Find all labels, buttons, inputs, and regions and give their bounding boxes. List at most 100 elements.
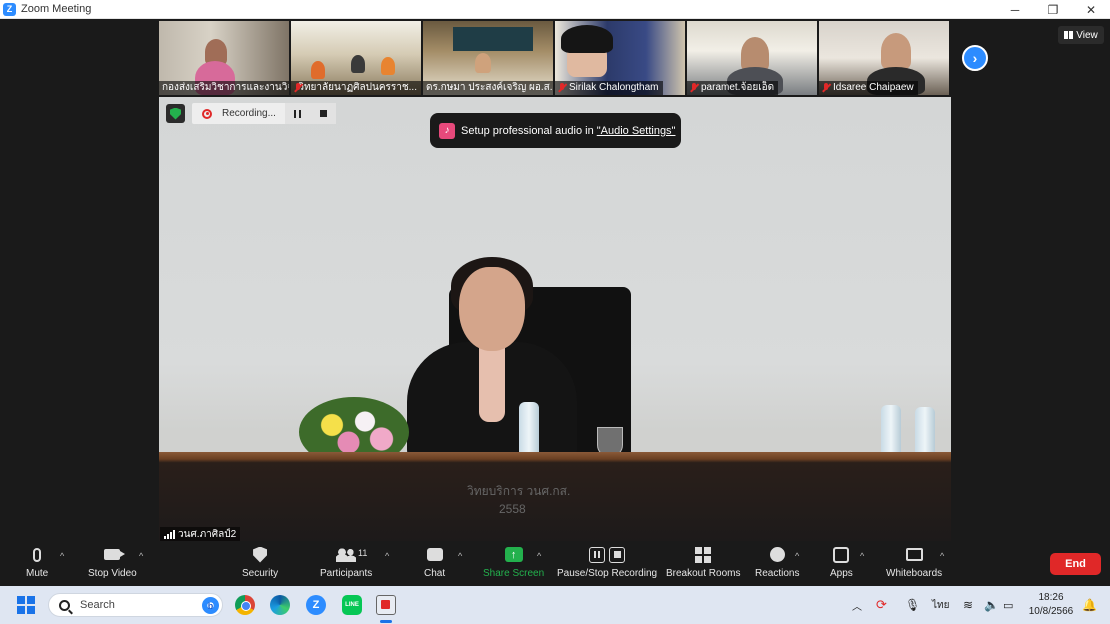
whiteboards-button[interactable]: Whiteboards (886, 545, 942, 579)
stop-icon (609, 546, 626, 563)
share-screen-button[interactable]: ↑ Share Screen (483, 545, 544, 579)
audio-options-chevron-icon[interactable]: ^ (60, 551, 64, 561)
minimize-button[interactable]: ─ (996, 0, 1034, 19)
mic-muted-icon (822, 83, 830, 93)
whiteboards-options-chevron-icon[interactable]: ^ (940, 551, 944, 561)
notification-bell-icon[interactable]: 🔔 (1082, 586, 1097, 624)
breakout-label: Breakout Rooms (666, 568, 741, 579)
desk-plaque-text: วิทยบริการ วนศ.กส. (467, 484, 571, 498)
chat-bubble-icon (426, 548, 443, 561)
participants-label: Participants (320, 568, 373, 579)
share-options-chevron-icon[interactable]: ^ (537, 551, 541, 561)
security-button[interactable]: Security (242, 545, 278, 579)
stop-recording-icon[interactable] (319, 110, 327, 117)
tray-overflow-chevron-icon[interactable]: ︿ (852, 586, 862, 624)
video-face (459, 267, 525, 351)
chat-button[interactable]: Chat (424, 545, 445, 579)
line-app-icon[interactable]: LINE (342, 595, 362, 615)
mute-button[interactable]: Mute (26, 545, 48, 579)
volume-icon[interactable]: 🔈 (984, 586, 999, 624)
participant-name: Idsaree Chaipaew (819, 81, 918, 95)
title-bar: Z Zoom Meeting ─ ❐ ✕ (0, 0, 1110, 19)
record-dot-icon (202, 108, 212, 119)
breakout-rooms-button[interactable]: Breakout Rooms (666, 545, 740, 579)
wifi-icon[interactable]: ≋ (963, 586, 973, 624)
apps-label: Apps (830, 568, 853, 579)
apps-icon (833, 546, 850, 563)
mute-label: Mute (26, 568, 49, 579)
audio-settings-link[interactable]: "Audio Settings" (597, 125, 676, 137)
participant-thumbnail-strip: กองส่งเสริมวิชาการและงานวิจัย วิทยาลัยนา… (159, 21, 951, 95)
bing-icon[interactable]: b (202, 597, 219, 614)
music-note-icon: ♪ (439, 122, 455, 139)
participant-thumbnail[interactable]: กองส่งเสริมวิชาการและงานวิจัย (159, 21, 289, 95)
edge-icon[interactable] (270, 595, 290, 615)
participant-name: วิทยาลัยนาฏศิลปนครราช... (291, 81, 421, 95)
zoom-taskbar-icon[interactable]: Z (306, 595, 326, 615)
participant-name: paramet.จ้อยเอ็ด (687, 81, 779, 95)
view-button[interactable]: View (1058, 26, 1104, 44)
audio-tooltip-text: Setup professional audio in (461, 124, 594, 137)
stop-video-button[interactable]: Stop Video (88, 545, 137, 579)
sync-icon[interactable]: ⟳ (876, 586, 887, 624)
active-app-indicator (380, 620, 392, 623)
close-button[interactable]: ✕ (1072, 0, 1110, 19)
chat-options-chevron-icon[interactable]: ^ (458, 551, 462, 561)
active-speaker-video: วิทยบริการ วนศ.กส. 2558 (159, 97, 951, 541)
window-title: Zoom Meeting (21, 3, 92, 15)
whiteboard-icon (905, 548, 923, 561)
security-label: Security (242, 568, 279, 579)
recording-toolbar-label: Pause/Stop Recording (557, 568, 658, 579)
participant-thumbnail[interactable]: Idsaree Chaipaew (819, 21, 949, 95)
speaker-name-label: วนศ.ภาศิลป์2 (160, 527, 241, 541)
participant-name: Sirilak Chalongtham (555, 81, 663, 95)
whiteboards-label: Whiteboards (886, 568, 943, 579)
apps-options-chevron-icon[interactable]: ^ (860, 551, 864, 561)
clock-date: 10/8/2566 (1028, 606, 1074, 617)
input-language[interactable]: ไทย (932, 586, 949, 624)
participant-thumbnail[interactable]: paramet.จ้อยเอ็ด (687, 21, 817, 95)
smiley-icon (769, 547, 785, 562)
chevron-right-icon: › (972, 50, 978, 66)
end-meeting-button[interactable]: End (1050, 553, 1101, 575)
participant-thumbnail[interactable]: Sirilak Chalongtham (555, 21, 685, 95)
next-page-button[interactable]: › (962, 45, 988, 71)
speaker-name: วนศ.ภาศิลป์2 (178, 528, 237, 540)
share-screen-icon: ↑ (504, 547, 523, 562)
microphone-icon (33, 547, 42, 562)
video-shirt (479, 347, 505, 422)
pause-stop-recording-button[interactable]: Pause/Stop Recording (557, 545, 657, 579)
recording-indicator: Recording... (192, 103, 336, 124)
taskbar-search[interactable]: Search b (48, 593, 223, 617)
participants-count: 11 (358, 548, 368, 558)
windows-start-icon[interactable] (17, 596, 35, 614)
video-bottle (519, 402, 539, 458)
camera-icon (104, 549, 126, 560)
mic-muted-icon (690, 83, 698, 93)
video-options-chevron-icon[interactable]: ^ (139, 551, 143, 561)
signal-bars-icon (164, 529, 175, 539)
zoom-app-icon: Z (3, 2, 16, 16)
participant-name: ดร.กษมา ประสงค์เจริญ ผอ.ส... (423, 81, 553, 95)
reactions-label: Reactions (755, 568, 800, 579)
audio-settings-tooltip: ♪ Setup professional audio in "Audio Set… (430, 113, 681, 148)
share-screen-label: Share Screen (483, 568, 545, 579)
chat-label: Chat (424, 568, 446, 579)
chrome-icon[interactable] (235, 595, 255, 615)
tray-microphone-icon[interactable]: 🎙 (905, 586, 920, 624)
participants-options-chevron-icon[interactable]: ^ (385, 551, 389, 561)
pause-recording-icon[interactable] (294, 109, 302, 118)
reactions-options-chevron-icon[interactable]: ^ (795, 551, 799, 561)
apps-button[interactable]: Apps (830, 545, 853, 579)
encryption-shield-icon[interactable] (166, 104, 185, 123)
taskbar-clock[interactable]: 18:26 10/8/2566 (1026, 591, 1076, 619)
battery-icon[interactable]: ▭ (1003, 586, 1013, 624)
participant-thumbnail[interactable]: ดร.กษมา ประสงค์เจริญ ผอ.ส... (423, 21, 553, 95)
reactions-button[interactable]: Reactions (755, 545, 799, 579)
participant-thumbnail[interactable]: วิทยาลัยนาฏศิลปนครราช... (291, 21, 421, 95)
snipping-tool-icon[interactable] (376, 595, 396, 615)
restore-button[interactable]: ❐ (1034, 0, 1072, 19)
breakout-grid-icon (695, 546, 712, 563)
zoom-window: Z Zoom Meeting ─ ❐ ✕ กองส่งเสริมวิชาการแ… (0, 0, 1110, 624)
windows-taskbar: Search b Z LINE ︿ ⟳ 🎙 ไทย ≋ 🔈 ▭ 18:26 10… (0, 586, 1110, 624)
